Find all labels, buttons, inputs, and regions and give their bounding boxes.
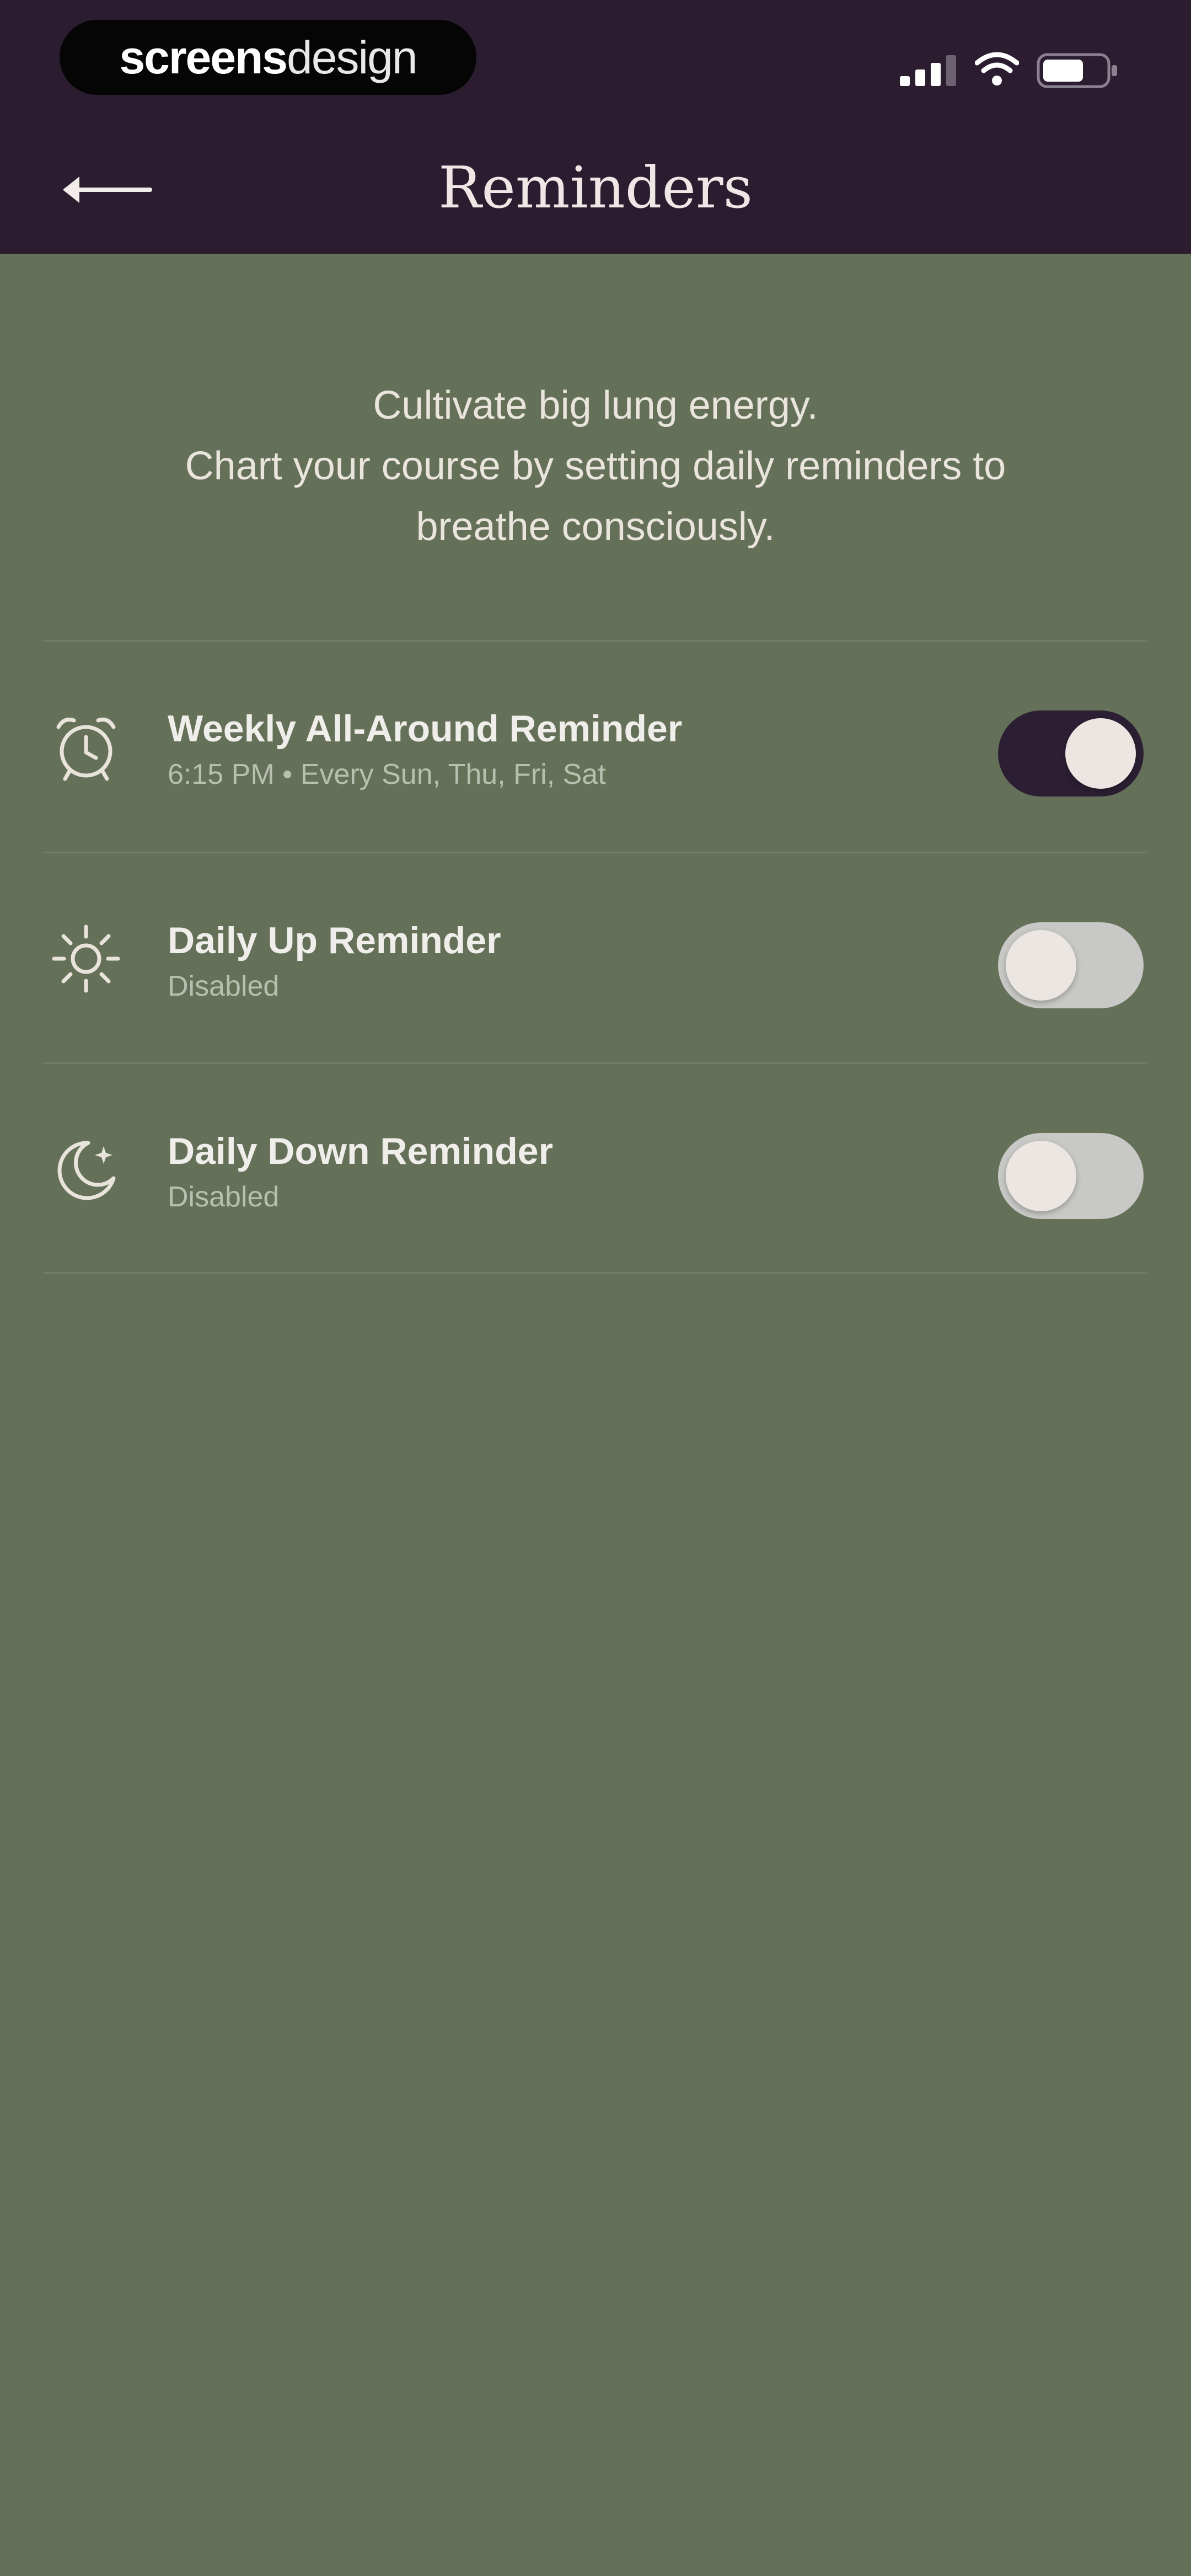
- reminder-toggle-weekly[interactable]: [998, 710, 1144, 797]
- reminder-row-daily-down[interactable]: Daily Down Reminder Disabled: [0, 1065, 1191, 1274]
- app-header: Reminders: [0, 121, 1191, 254]
- reminder-title: Daily Down Reminder: [168, 1130, 554, 1172]
- toggle-knob: [1065, 718, 1136, 789]
- intro-line-3: breathe consciously.: [416, 505, 775, 549]
- reminder-toggle-daily-down[interactable]: [998, 1133, 1144, 1219]
- brand-text-bold: screens: [119, 31, 288, 83]
- sun-icon: [52, 924, 120, 993]
- brand-badge: screens design: [60, 20, 476, 95]
- brand-text-light: design: [287, 31, 418, 83]
- divider: [44, 1062, 1147, 1064]
- intro-text: Cultivate big lung energy. Chart your co…: [88, 375, 1103, 557]
- divider: [44, 1272, 1147, 1274]
- divider: [44, 640, 1147, 642]
- reminder-row-daily-up[interactable]: Daily Up Reminder Disabled: [0, 854, 1191, 1063]
- reminder-toggle-daily-up[interactable]: [998, 922, 1144, 1008]
- wifi-icon: [975, 52, 1019, 85]
- reminder-title: Daily Up Reminder: [168, 920, 501, 961]
- reminder-row-weekly[interactable]: Weekly All-Around Reminder 6:15 PM • Eve…: [0, 642, 1191, 852]
- arrow-left-icon: [63, 177, 152, 203]
- reminder-subtitle: Disabled: [168, 970, 280, 1002]
- moon-stars-icon: [57, 1141, 116, 1200]
- back-button[interactable]: [55, 157, 165, 223]
- status-bar: screens design: [0, 0, 1191, 121]
- toggle-knob: [1006, 1141, 1076, 1211]
- toggle-knob: [1006, 930, 1076, 1001]
- reminder-subtitle: 6:15 PM • Every Sun, Thu, Fri, Sat: [168, 758, 606, 790]
- reminder-subtitle: Disabled: [168, 1181, 280, 1213]
- page-title: Reminders: [438, 154, 753, 221]
- divider: [44, 852, 1147, 853]
- intro-line-1: Cultivate big lung energy.: [373, 383, 818, 427]
- battery-icon: [1037, 53, 1117, 88]
- alarm-clock-icon: [56, 718, 116, 781]
- intro-line-2: Chart your course by setting daily remin…: [185, 444, 1006, 488]
- reminder-title: Weekly All-Around Reminder: [168, 708, 683, 750]
- cellular-signal-icon: [900, 55, 956, 86]
